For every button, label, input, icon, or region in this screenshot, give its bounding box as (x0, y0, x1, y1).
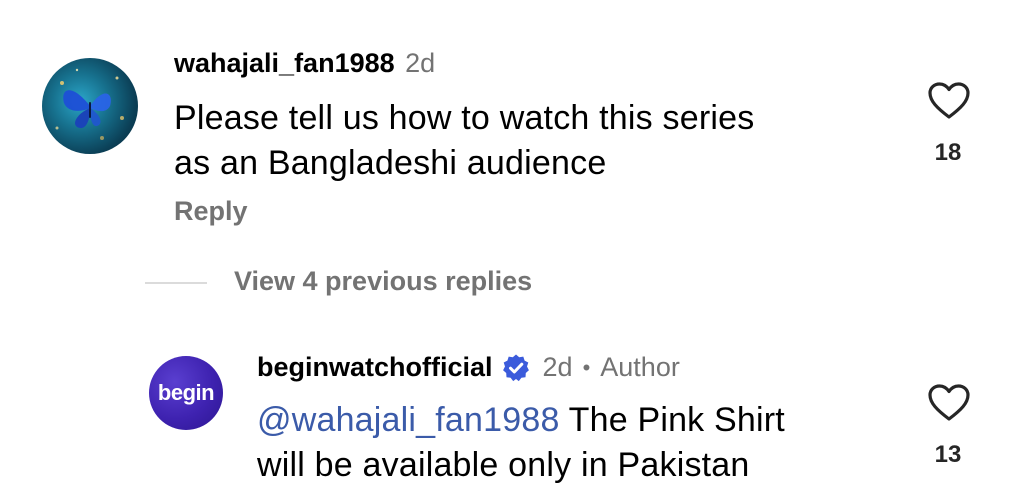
reply-text-line-1-rest: The Pink Shirt (559, 401, 785, 439)
like-button[interactable] (927, 383, 971, 428)
comment-username[interactable]: wahajali_fan1988 (174, 48, 395, 78)
view-previous-replies-button[interactable]: View 4 previous replies (234, 266, 532, 297)
avatar[interactable] (42, 58, 138, 154)
reply-header: beginwatchofficial 2d • Author (257, 352, 680, 383)
like-button[interactable] (927, 81, 971, 126)
reply-text-line-1: @wahajali_fan1988 The Pink Shirt (257, 398, 785, 443)
verified-badge-icon (501, 353, 531, 383)
avatar[interactable]: begin (149, 356, 223, 430)
like-count: 18 (934, 139, 962, 166)
author-label: Author (600, 352, 680, 382)
replies-divider (145, 282, 207, 284)
comment-text-line-2: as an Bangladeshi audience (174, 144, 607, 182)
heart-icon (928, 384, 970, 421)
comment-header: wahajali_fan1988 2d (174, 48, 435, 79)
comment-time: 2d (405, 48, 436, 78)
separator-dot: • (582, 354, 591, 380)
reply-username[interactable]: beginwatchofficial (257, 352, 493, 383)
reply-button[interactable]: Reply (174, 196, 248, 227)
avatar-logo-text: begin (157, 380, 215, 405)
comment-text-line-1: Please tell us how to watch this series (174, 99, 755, 137)
comment-text: Please tell us how to watch this series … (174, 96, 754, 186)
heart-icon (928, 82, 970, 119)
reply-text: @wahajali_fan1988 The Pink Shirt will be… (257, 398, 785, 488)
like-count: 13 (934, 441, 962, 468)
mention-link[interactable]: @wahajali_fan1988 (257, 401, 560, 439)
reply-time: 2d (542, 352, 573, 382)
butterfly-avatar-image (55, 68, 124, 140)
reply-text-line-2: will be available only in Pakistan (257, 446, 750, 484)
